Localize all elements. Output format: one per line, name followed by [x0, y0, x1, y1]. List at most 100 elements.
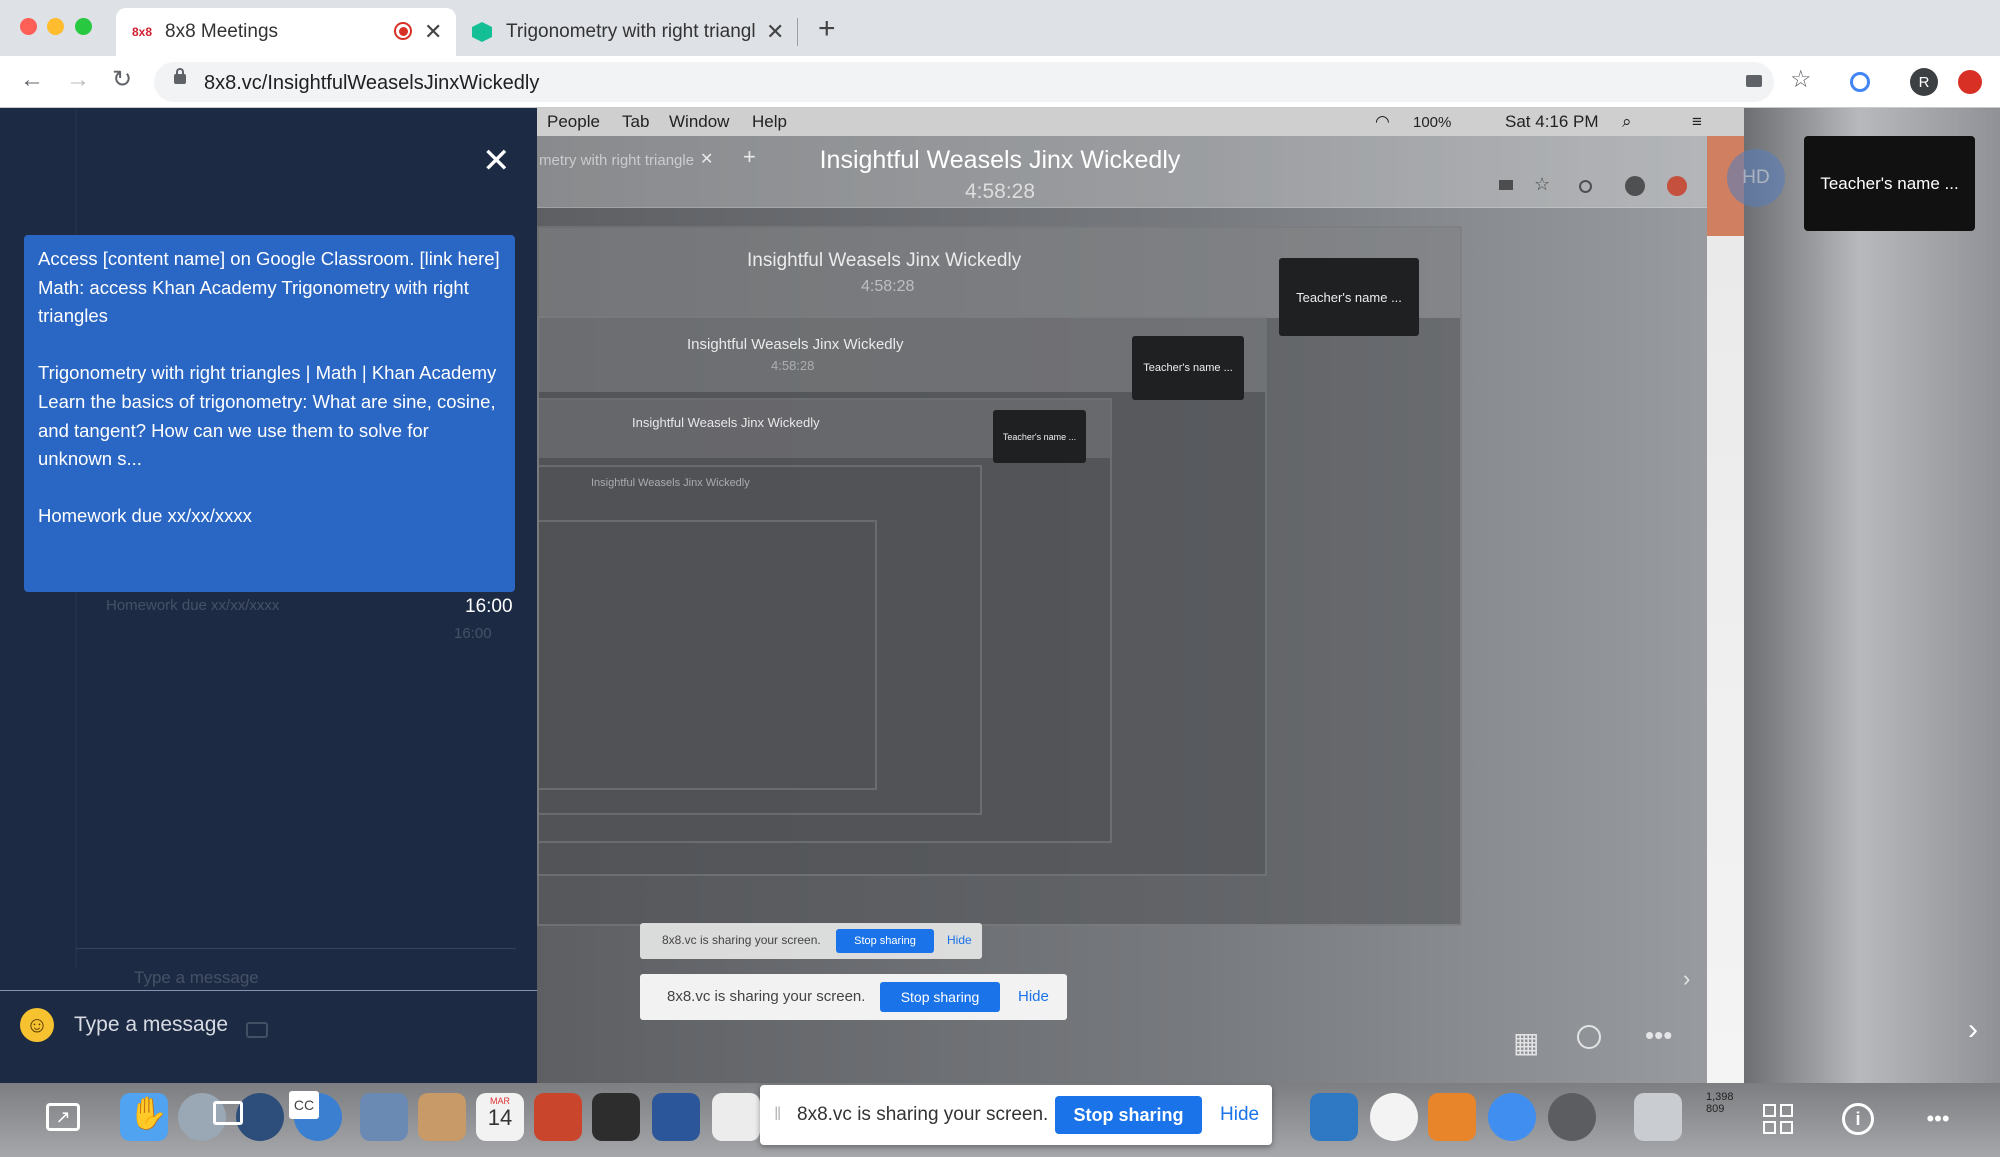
- nested-title-4: Insightful Weasels Jinx Wickedly: [591, 477, 750, 489]
- shared-camera-icon: [1499, 180, 1513, 190]
- drag-grip-icon[interactable]: ‖: [774, 1104, 781, 1125]
- clock-status: Sat 4:16 PM: [1505, 112, 1599, 131]
- app-store-icon: [1488, 1093, 1536, 1141]
- nested-teacher-tile-1: Teacher's name ...: [1279, 258, 1419, 336]
- nested-title-2: Insightful Weasels Jinx Wickedly: [687, 336, 904, 353]
- chat-input-divider: [0, 990, 537, 991]
- nested-share-text: 8x8.vc is sharing your screen.: [667, 988, 866, 1005]
- shared-profile-icon: [1625, 176, 1645, 196]
- chat-message-input[interactable]: [74, 1006, 494, 1044]
- nested-share-bar-1: 8x8.vc is sharing your screen. Stop shar…: [640, 974, 1067, 1020]
- powerpoint-icon: [534, 1093, 582, 1141]
- hide-link[interactable]: Hide: [1220, 1104, 1259, 1126]
- nested-share-bar-3: 8x8.vc is sharing your screen. Stop shar…: [640, 923, 982, 959]
- more-options-button[interactable]: •••: [1918, 1101, 1958, 1137]
- ghost-homework-text: Homework due xx/xx/xxxx: [106, 597, 280, 614]
- maximize-window-button[interactable]: [75, 18, 92, 35]
- shared-extension-icon: [1579, 180, 1592, 193]
- bookmark-star-icon[interactable]: ☆: [1790, 65, 1812, 94]
- nested-share-text: 8x8.vc is sharing your screen.: [662, 933, 821, 947]
- calendar-icon: MAR 14: [476, 1093, 524, 1141]
- notes-icon: [418, 1093, 466, 1141]
- chat-bubble-icon: [213, 1101, 243, 1125]
- keynote-icon: [1310, 1093, 1358, 1141]
- nested-stop-button: Stop sharing: [836, 929, 934, 953]
- address-bar[interactable]: 8x8.vc/InsightfulWeaselsJinxWickedly: [154, 62, 1774, 102]
- teacher-video-tile[interactable]: Teacher's name ...: [1804, 136, 1975, 231]
- reload-icon[interactable]: ↻: [112, 65, 132, 94]
- spotlight-icon: ⌕: [1622, 112, 1632, 131]
- close-window-button[interactable]: [20, 18, 37, 35]
- message-line: Trigonometry with right triangles | Math…: [38, 362, 497, 384]
- word-icon: [652, 1093, 700, 1141]
- battery-status: 100%: [1413, 114, 1452, 131]
- closed-captions-button[interactable]: CC: [289, 1091, 319, 1119]
- tile-view-button[interactable]: [1762, 1103, 1794, 1135]
- profile-avatar[interactable]: R: [1910, 68, 1938, 96]
- camera-icon[interactable]: [1746, 75, 1762, 87]
- minimize-window-button[interactable]: [47, 18, 64, 35]
- meeting-timer: 4:58:28: [964, 180, 1036, 203]
- menu-help: Help: [752, 112, 787, 131]
- chevron-right-icon[interactable]: ›: [1968, 1013, 1978, 1047]
- new-tab-button[interactable]: +: [818, 12, 836, 46]
- nested-title-3: Insightful Weasels Jinx Wickedly: [632, 415, 820, 430]
- shared-tab-title: metry with right triangle: [539, 152, 695, 169]
- update-icon[interactable]: [1958, 70, 1982, 94]
- raise-hand-button[interactable]: ✋: [128, 1093, 168, 1133]
- browser-tab-strip: 8x8 8x8 Meetings ✕ Trigonometry with rig…: [0, 0, 2000, 56]
- url-text: 8x8.vc/InsightfulWeaselsJinxWickedly: [204, 72, 540, 94]
- nested-share-bar-2: [640, 1081, 641, 1082]
- meeting-title: Insightful Weasels Jinx Wickedly: [819, 146, 1181, 174]
- shared-update-icon: [1667, 176, 1687, 196]
- info-button[interactable]: i: [1842, 1103, 1874, 1135]
- screen-sharing-bar: ‖ 8x8.vc is sharing your screen. Stop sh…: [760, 1085, 1272, 1145]
- menu-people: People: [547, 112, 600, 131]
- trash-icon: [1634, 1093, 1682, 1141]
- message-line: Access [content name] on Google Classroo…: [38, 248, 500, 269]
- close-chat-icon[interactable]: ✕: [482, 144, 511, 178]
- nested-stop-button: Stop sharing: [880, 982, 1000, 1012]
- back-arrow-icon[interactable]: ←: [20, 66, 44, 94]
- tab-trigonometry[interactable]: Trigonometry with right triangle ✕: [464, 8, 794, 56]
- tab-title: Trigonometry with right triangle: [506, 21, 756, 42]
- recording-icon: [394, 22, 412, 40]
- shared-chevron-icon: ›: [1683, 966, 1691, 991]
- calendar-day: 14: [487, 1105, 513, 1130]
- share-screen-button[interactable]: ↗: [46, 1103, 80, 1131]
- close-tab-icon[interactable]: ✕: [766, 19, 784, 45]
- emoji-picker-icon[interactable]: ☺: [20, 1008, 54, 1042]
- 8x8-favicon: 8x8: [132, 25, 153, 39]
- ghost-input-divider: [76, 948, 516, 949]
- ghost-time-text: 16:00: [454, 625, 492, 642]
- dock-side-number: 1,398 809: [1706, 1091, 1734, 1115]
- shared-screen: People Tab Window Help ◠ 100% Sat 4:16 P…: [537, 108, 1744, 1083]
- menu-list-icon: ≡: [1692, 112, 1702, 131]
- tab-8x8-meetings[interactable]: 8x8 8x8 Meetings ✕: [116, 8, 456, 56]
- message-timestamp: 16:00: [465, 596, 513, 617]
- message-line: Math: access Khan Academy Trigonometry w…: [38, 276, 469, 327]
- stop-sharing-button[interactable]: Stop sharing: [1055, 1096, 1202, 1134]
- forward-arrow-icon[interactable]: →: [66, 66, 90, 94]
- close-tab-icon[interactable]: ✕: [424, 19, 442, 45]
- nested-hide-link: Hide: [947, 933, 972, 947]
- shared-info-icon: [1577, 1025, 1601, 1049]
- chat-toggle-button[interactable]: [208, 1093, 248, 1133]
- lock-shackle-icon: [176, 68, 184, 76]
- nested-timer-2: 4:58:28: [771, 358, 815, 373]
- browser-toolbar: ← → ↻ 8x8.vc/InsightfulWeaselsJinxWicked…: [0, 56, 2000, 108]
- shared-menubar: People Tab Window Help ◠ 100% Sat 4:16 P…: [537, 108, 1744, 136]
- tab-title: 8x8 Meetings: [165, 21, 279, 42]
- grid-icon: [1763, 1104, 1793, 1134]
- right-panel-background: [1744, 108, 2000, 1157]
- message-line: Homework due xx/xx/xxxx: [38, 505, 252, 527]
- sharing-status-text: 8x8.vc is sharing your screen.: [797, 1104, 1049, 1125]
- ghost-placeholder-text: Type a message: [134, 968, 259, 987]
- shared-more-icon: •••: [1645, 1020, 1673, 1050]
- shared-grid-icon: ▦: [1513, 1027, 1540, 1058]
- books-icon: [1428, 1093, 1476, 1141]
- wifi-icon: ◠: [1375, 112, 1390, 131]
- shared-right-strip: [1707, 136, 1744, 1083]
- mail-icon: [360, 1093, 408, 1141]
- extension-icon[interactable]: [1850, 72, 1870, 92]
